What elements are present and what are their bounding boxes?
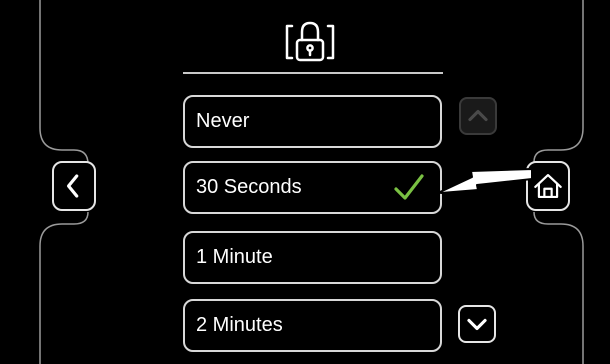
chevron-down-icon xyxy=(467,318,487,331)
chevron-up-icon xyxy=(468,109,488,122)
arrow-icon xyxy=(439,168,533,194)
option-label: 2 Minutes xyxy=(196,314,283,336)
checkmark-icon xyxy=(394,174,424,200)
scroll-down-button[interactable] xyxy=(458,305,496,343)
back-button[interactable] xyxy=(52,161,96,211)
scroll-up-button[interactable] xyxy=(459,97,497,135)
header-divider xyxy=(183,72,443,74)
option-1-minute[interactable]: 1 Minute xyxy=(183,231,442,284)
option-30-seconds[interactable]: 30 Seconds xyxy=(183,161,442,214)
option-label: 1 Minute xyxy=(196,246,273,268)
lock-timeout-screen: Never 30 Seconds 1 Minute 2 Minutes xyxy=(0,0,610,364)
option-never[interactable]: Never xyxy=(183,95,442,148)
lock-icon xyxy=(285,21,335,62)
option-2-minutes[interactable]: 2 Minutes xyxy=(183,299,442,352)
option-label: 30 Seconds xyxy=(196,176,302,198)
chevron-left-icon xyxy=(66,174,79,198)
option-label: Never xyxy=(196,110,250,132)
